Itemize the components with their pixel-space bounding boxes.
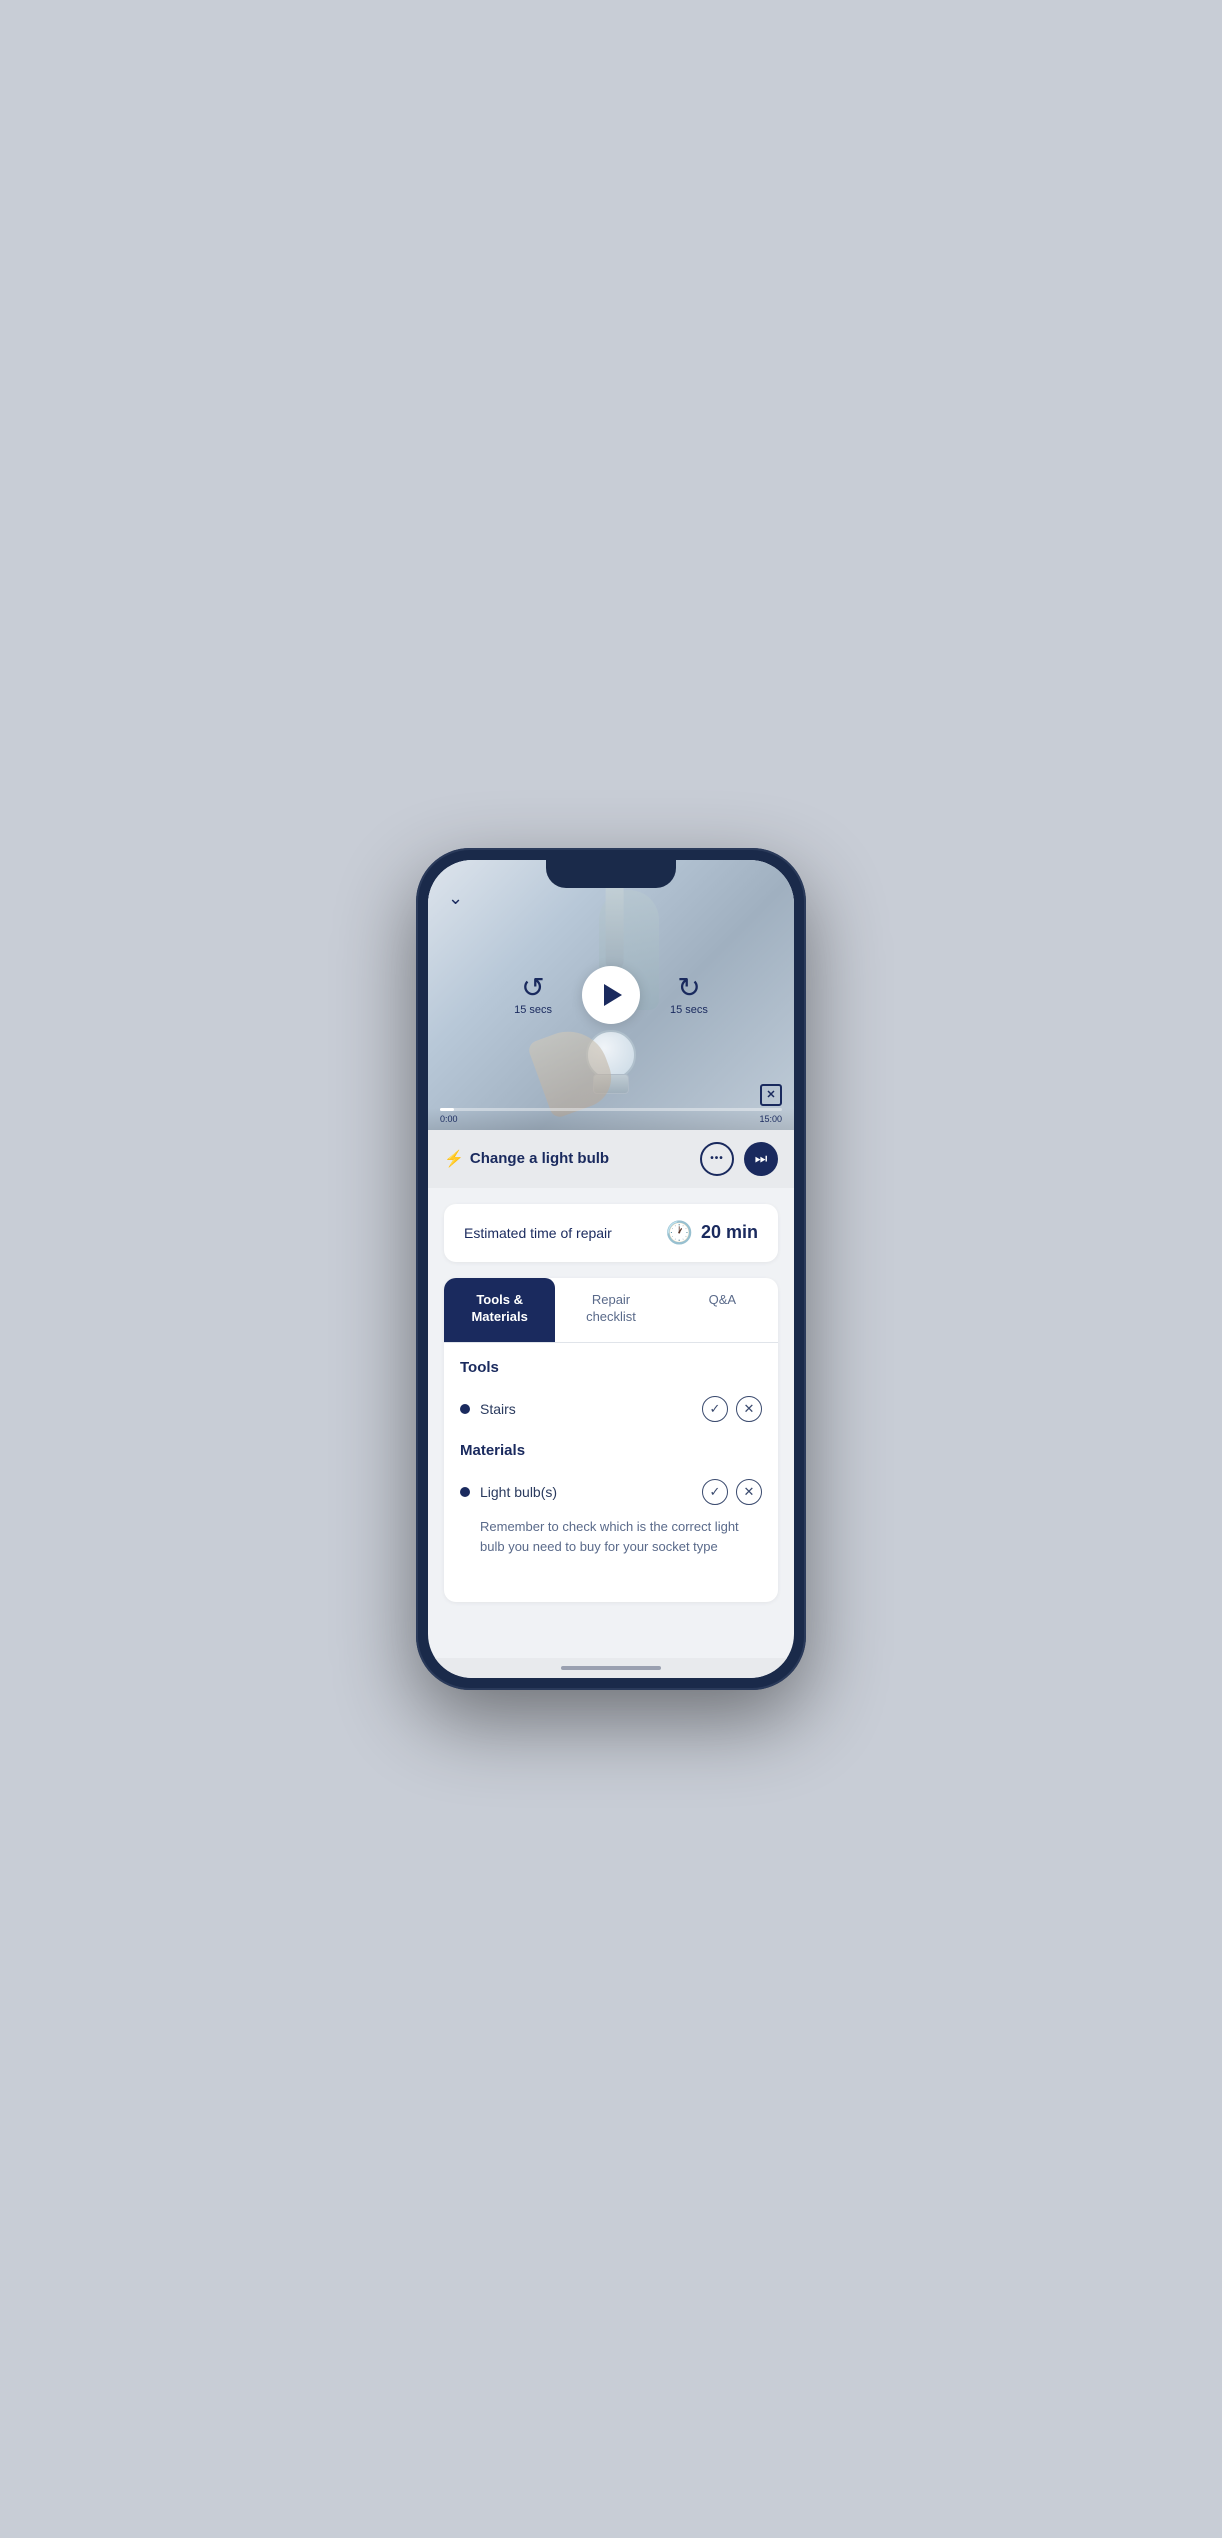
tabs-header: Tools &Materials Repairchecklist Q&A [444,1278,778,1344]
back-chevron[interactable]: ⌄ [448,888,463,909]
video-title: Change a light bulb [470,1150,609,1167]
time-value: 🕐 20 min [666,1220,758,1246]
tab-repair-checklist[interactable]: Repairchecklist [555,1278,666,1343]
video-controls: ↺ 15 secs ↻ 15 secs [428,966,794,1024]
notch [546,860,676,888]
phone-screen: ⌄ ↺ 15 secs [428,860,794,1679]
materials-section: Materials Light bulb(s) ✓ ✕ Remember [460,1442,762,1556]
title-left: ⚡ Change a light bulb [444,1149,609,1169]
reject-button-stairs[interactable]: ✕ [736,1396,762,1422]
skip-button[interactable]: ⏭ [744,1142,778,1176]
main-content: Estimated time of repair 🕐 20 min Tools … [428,1188,794,1659]
tools-section-title: Tools [460,1359,762,1376]
tab-content-tools-materials: Tools Stairs ✓ ✕ [444,1343,778,1602]
estimated-time-card: Estimated time of repair 🕐 20 min [444,1204,778,1262]
time-start: 0:00 [440,1114,458,1124]
progress-times: 0:00 15:00 [440,1114,782,1124]
play-button[interactable] [582,966,640,1024]
item-left: Stairs [460,1401,516,1417]
phone-frame: ⌄ ↺ 15 secs [416,848,806,1691]
forward-label: 15 secs [670,1004,708,1016]
check-button-lightbulb[interactable]: ✓ [702,1479,728,1505]
play-icon [604,984,622,1006]
clock-icon: 🕐 [666,1220,693,1246]
time-end: 15:00 [759,1114,782,1124]
lightning-icon: ⚡ [444,1149,464,1169]
check-button-stairs[interactable]: ✓ [702,1396,728,1422]
skip-icon: ⏭ [755,1150,768,1167]
tools-section: Tools Stairs ✓ ✕ [460,1359,762,1430]
progress-track[interactable] [440,1108,782,1111]
item-name-lightbulb: Light bulb(s) [480,1484,557,1500]
home-indicator[interactable] [561,1666,661,1670]
progress-fill [440,1108,454,1111]
title-actions: ••• ⏭ [700,1142,778,1176]
bottom-space [444,1602,778,1642]
reject-button-lightbulb[interactable]: ✕ [736,1479,762,1505]
estimated-time-label: Estimated time of repair [464,1225,612,1241]
rewind-label: 15 secs [514,1004,552,1016]
title-bar: ⚡ Change a light bulb ••• ⏭ [428,1130,794,1188]
video-player: ↺ 15 secs ↻ 15 secs 0:00 15:00 [428,860,794,1130]
fullscreen-button[interactable]: ✕ [760,1084,782,1106]
forward-button[interactable]: ↻ 15 secs [670,974,708,1016]
bullet-icon [460,1404,470,1414]
more-icon: ••• [710,1153,724,1164]
tab-qa[interactable]: Q&A [667,1278,778,1343]
fullscreen-icon: ✕ [766,1088,775,1101]
tabs-container: Tools &Materials Repairchecklist Q&A Too… [444,1278,778,1603]
list-item: Light bulb(s) ✓ ✕ [460,1471,762,1513]
tab-tools-materials[interactable]: Tools &Materials [444,1278,555,1343]
home-indicator-bar [428,1658,794,1678]
rewind-icon: ↺ [521,974,544,1002]
list-item: Stairs ✓ ✕ [460,1388,762,1430]
forward-icon: ↻ [677,974,700,1002]
progress-bar-area: 0:00 15:00 ✕ [428,1108,794,1130]
spacer [460,1556,762,1586]
more-options-button[interactable]: ••• [700,1142,734,1176]
rewind-button[interactable]: ↺ 15 secs [514,974,552,1016]
item-actions: ✓ ✕ [702,1479,762,1505]
bullet-icon [460,1487,470,1497]
item-name-stairs: Stairs [480,1401,516,1417]
materials-section-title: Materials [460,1442,762,1459]
chevron-down-icon[interactable]: ⌄ [448,888,463,908]
lightbulb-note: Remember to check which is the correct l… [480,1517,762,1556]
time-duration: 20 min [701,1222,758,1243]
item-left: Light bulb(s) [460,1484,557,1500]
item-actions: ✓ ✕ [702,1396,762,1422]
